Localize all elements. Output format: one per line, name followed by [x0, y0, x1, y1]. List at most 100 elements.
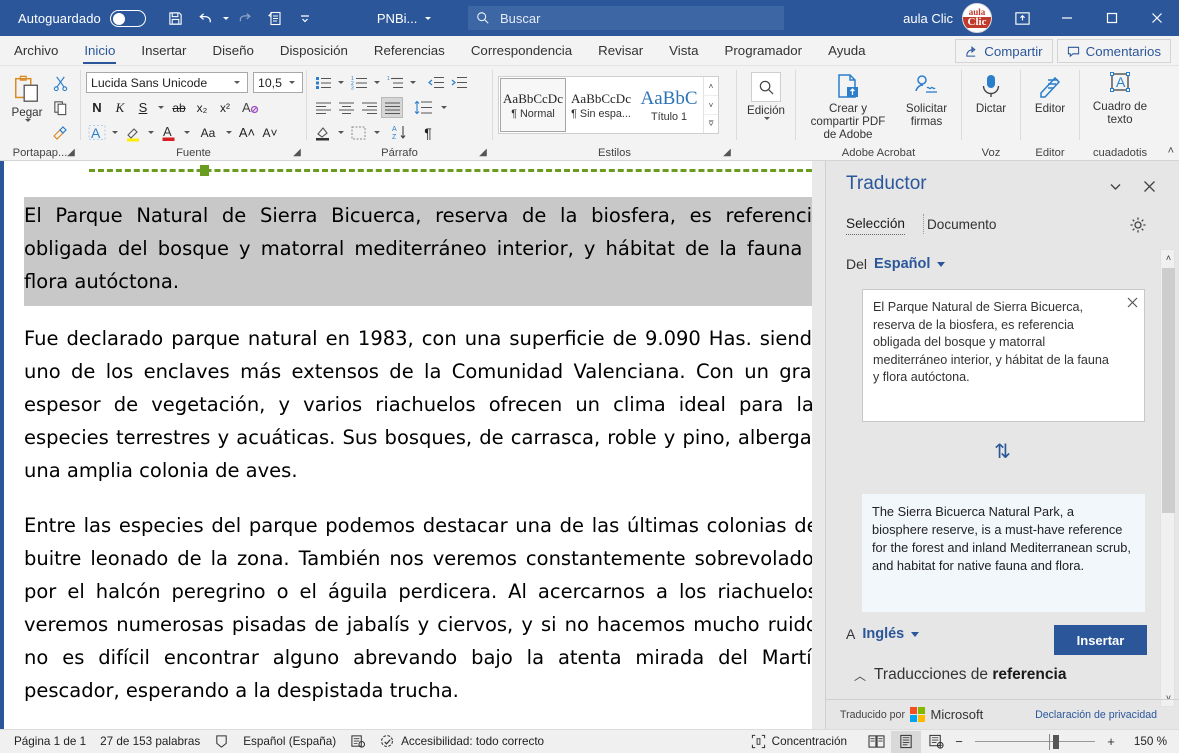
- insert-button[interactable]: Insertar: [1054, 625, 1147, 655]
- styles-more-icon[interactable]: ⩢: [704, 115, 718, 133]
- autosave-toggle[interactable]: [109, 9, 146, 27]
- copy-icon[interactable]: [49, 97, 71, 118]
- reference-translations-row[interactable]: ︿ Traducciones de referencia: [854, 666, 1066, 684]
- font-color-button[interactable]: A: [158, 122, 180, 143]
- document-name[interactable]: PNBi...: [377, 11, 432, 26]
- pane-close-icon[interactable]: [1137, 174, 1161, 198]
- maximize-button[interactable]: [1089, 0, 1134, 36]
- to-language-chevron-down-icon[interactable]: [911, 631, 920, 637]
- superscript-button[interactable]: x²: [214, 97, 236, 118]
- paste-dropdown-icon[interactable]: [24, 119, 31, 122]
- tab-referencias[interactable]: Referencias: [361, 36, 458, 65]
- text-effects-dropdown-icon[interactable]: [112, 131, 118, 134]
- tab-correspondencia[interactable]: Correspondencia: [458, 36, 585, 65]
- underline-dropdown-icon[interactable]: [158, 106, 164, 109]
- underline-button[interactable]: S: [132, 97, 154, 118]
- dictate-button[interactable]: Dictar: [969, 70, 1013, 117]
- tab-disposicion[interactable]: Disposición: [267, 36, 361, 65]
- font-name-combo[interactable]: Lucida Sans Unicode: [86, 72, 248, 93]
- scrollbar-thumb[interactable]: [1162, 268, 1175, 513]
- italic-button[interactable]: K: [109, 97, 131, 118]
- shading-icon[interactable]: [312, 122, 334, 143]
- text-effects-button[interactable]: A: [86, 122, 108, 143]
- share-button[interactable]: Compartir: [955, 39, 1053, 63]
- editor-button[interactable]: Editor: [1028, 70, 1072, 117]
- style-normal[interactable]: AaBbCcDc ¶ Normal: [500, 78, 566, 132]
- style-titulo-1[interactable]: AaBbC Título 1: [636, 78, 702, 132]
- format-painter-icon[interactable]: [49, 121, 71, 142]
- create-share-pdf-button[interactable]: Crear y compartir PDF de Adobe: [801, 70, 895, 143]
- numbering-icon[interactable]: 123: [348, 72, 370, 93]
- estilos-dialog-launcher[interactable]: ◢: [721, 147, 733, 159]
- numbering-dropdown-icon[interactable]: [374, 81, 380, 84]
- tab-revisar[interactable]: Revisar: [585, 36, 656, 65]
- close-button[interactable]: [1134, 0, 1179, 36]
- minimize-button[interactable]: [1044, 0, 1089, 36]
- multilevel-dropdown-icon[interactable]: [410, 81, 416, 84]
- comments-button[interactable]: Comentarios: [1056, 39, 1171, 63]
- portapapeles-dialog-launcher[interactable]: ◢: [65, 147, 77, 159]
- proofing-icon[interactable]: [214, 734, 229, 749]
- tab-inicio[interactable]: Inicio: [71, 36, 128, 65]
- align-justify-icon[interactable]: [381, 97, 403, 118]
- align-right-icon[interactable]: [358, 97, 380, 118]
- chevron-down-icon[interactable]: [425, 16, 432, 20]
- zoom-level[interactable]: 150 %: [1119, 735, 1167, 748]
- text-box-button[interactable]: A Cuadro de texto: [1085, 70, 1155, 128]
- scroll-up-icon[interactable]: ˄: [1161, 250, 1176, 266]
- translator-scrollbar[interactable]: ˄ ˅: [1160, 249, 1175, 707]
- grow-font-button[interactable]: A˄: [236, 122, 258, 143]
- customize-qat-icon[interactable]: [291, 5, 319, 31]
- shading-dropdown-icon[interactable]: [338, 131, 344, 134]
- web-layout-icon[interactable]: [921, 731, 951, 753]
- gear-icon[interactable]: [1129, 216, 1147, 239]
- fuente-dialog-launcher[interactable]: ◢: [291, 147, 303, 159]
- word-count[interactable]: 27 de 153 palabras: [100, 735, 200, 748]
- zoom-in-button[interactable]: +: [1103, 734, 1119, 749]
- search-input[interactable]: Buscar: [500, 11, 540, 26]
- bullets-dropdown-icon[interactable]: [338, 81, 344, 84]
- search-box[interactable]: Buscar: [468, 6, 784, 30]
- redo-icon[interactable]: [231, 5, 259, 31]
- from-language-chevron-down-icon[interactable]: [937, 261, 946, 267]
- shrink-font-button[interactable]: A˅: [259, 122, 281, 143]
- change-case-button[interactable]: Aa: [194, 122, 222, 143]
- font-color-dropdown-icon[interactable]: [184, 131, 190, 134]
- tab-archivo[interactable]: Archivo: [0, 36, 71, 65]
- borders-icon[interactable]: [348, 122, 370, 143]
- style-sin-espaciado[interactable]: AaBbCcDc ¶ Sin espa...: [568, 78, 634, 132]
- language-indicator[interactable]: Español (España): [243, 735, 336, 748]
- pane-options-icon[interactable]: [1103, 174, 1127, 198]
- show-marks-icon[interactable]: ¶: [417, 122, 439, 143]
- tab-seleccion[interactable]: Selección: [846, 216, 905, 235]
- collapse-ribbon-icon[interactable]: ˄: [1168, 145, 1174, 157]
- paste-button[interactable]: Pegar: [5, 70, 49, 124]
- bullets-icon[interactable]: [312, 72, 334, 93]
- tab-programador[interactable]: Programador: [712, 36, 816, 65]
- undo-icon[interactable]: [192, 5, 220, 31]
- swap-languages-icon[interactable]: ⇅: [826, 439, 1179, 464]
- bold-button[interactable]: N: [86, 97, 108, 118]
- save-icon[interactable]: [162, 5, 190, 31]
- line-spacing-icon[interactable]: [409, 97, 437, 118]
- change-case-dropdown-icon[interactable]: [226, 131, 232, 134]
- highlight-color-button[interactable]: [122, 122, 144, 143]
- tab-ayuda[interactable]: Ayuda: [815, 36, 878, 65]
- align-left-icon[interactable]: [312, 97, 334, 118]
- quick-print-icon[interactable]: [261, 5, 289, 31]
- print-layout-icon[interactable]: [891, 730, 921, 753]
- from-language-value[interactable]: Español: [874, 256, 930, 272]
- subscript-button[interactable]: x₂: [191, 97, 213, 118]
- document-paragraph-1[interactable]: El Parque Natural de Sierra Bicuerca, re…: [24, 197, 824, 306]
- tab-vista[interactable]: Vista: [656, 36, 711, 65]
- account-name[interactable]: aula Clic: [903, 11, 953, 26]
- clear-source-close-icon[interactable]: [1127, 296, 1138, 314]
- align-center-icon[interactable]: [335, 97, 357, 118]
- accessibility-status[interactable]: Accesibilidad: todo correcto: [380, 734, 544, 749]
- styles-scroll-up-icon[interactable]: ˄: [704, 77, 718, 96]
- zoom-out-button[interactable]: −: [951, 734, 967, 749]
- translated-text-box[interactable]: The Sierra Bicuerca Natural Park, a bios…: [862, 494, 1145, 612]
- edicion-dropdown-icon[interactable]: [763, 117, 770, 120]
- zoom-slider[interactable]: [975, 731, 1095, 753]
- cut-icon[interactable]: [49, 73, 71, 94]
